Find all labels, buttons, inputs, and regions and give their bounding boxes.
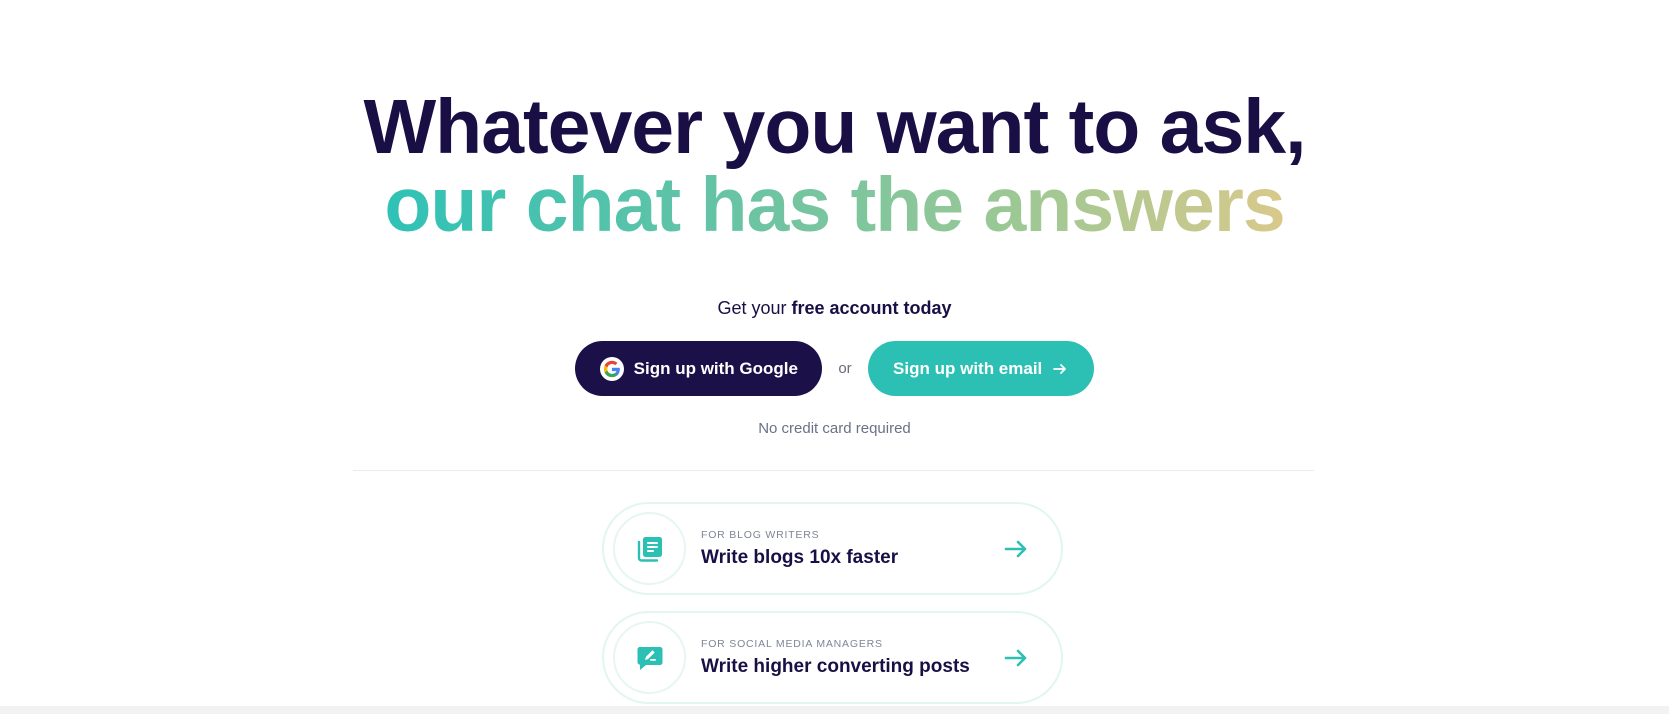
card-text: FOR SOCIAL MEDIA MANAGERS Write higher c… <box>701 638 1001 678</box>
bottom-bar <box>0 706 1669 714</box>
use-case-card-blog[interactable]: FOR BLOG WRITERS Write blogs 10x faster <box>602 502 1063 595</box>
google-icon <box>599 356 624 381</box>
card-title: Write blogs 10x faster <box>701 546 899 568</box>
section-divider <box>353 470 1314 471</box>
card-text: FOR BLOG WRITERS Write blogs 10x faster <box>701 529 1001 569</box>
headline-primary: Whatever you want to ask, <box>363 84 1306 170</box>
signup-row: Sign up with Google or Sign up with emai… <box>0 341 1669 396</box>
hero: Whatever you want to ask, our chat has t… <box>0 88 1669 244</box>
use-case-card-social[interactable]: FOR SOCIAL MEDIA MANAGERS Write higher c… <box>602 611 1063 704</box>
landing-page: Whatever you want to ask, our chat has t… <box>0 0 1669 714</box>
card-kicker: FOR SOCIAL MEDIA MANAGERS <box>701 637 883 650</box>
email-signup-button[interactable]: Sign up with email <box>867 341 1094 396</box>
email-signup-label: Sign up with email <box>893 358 1043 378</box>
edit-message-icon <box>613 621 686 694</box>
cta-lead-bold: free account today <box>791 298 952 318</box>
card-title: Write higher converting posts <box>701 655 970 677</box>
or-separator: or <box>838 360 852 377</box>
arrow-right-icon <box>1001 534 1031 564</box>
document-icon <box>613 512 686 585</box>
google-signup-label: Sign up with Google <box>633 358 798 378</box>
cta-lead: Get your free account today <box>0 298 1669 319</box>
card-kicker: FOR BLOG WRITERS <box>701 528 820 541</box>
cta-lead-prefix: Get your <box>717 298 792 318</box>
google-signup-button[interactable]: Sign up with Google <box>575 341 823 396</box>
no-credit-card-note: No credit card required <box>758 420 911 437</box>
headline-gradient: our chat has the answers <box>384 162 1285 248</box>
arrow-right-icon <box>1052 361 1068 377</box>
arrow-right-icon <box>1001 643 1031 673</box>
